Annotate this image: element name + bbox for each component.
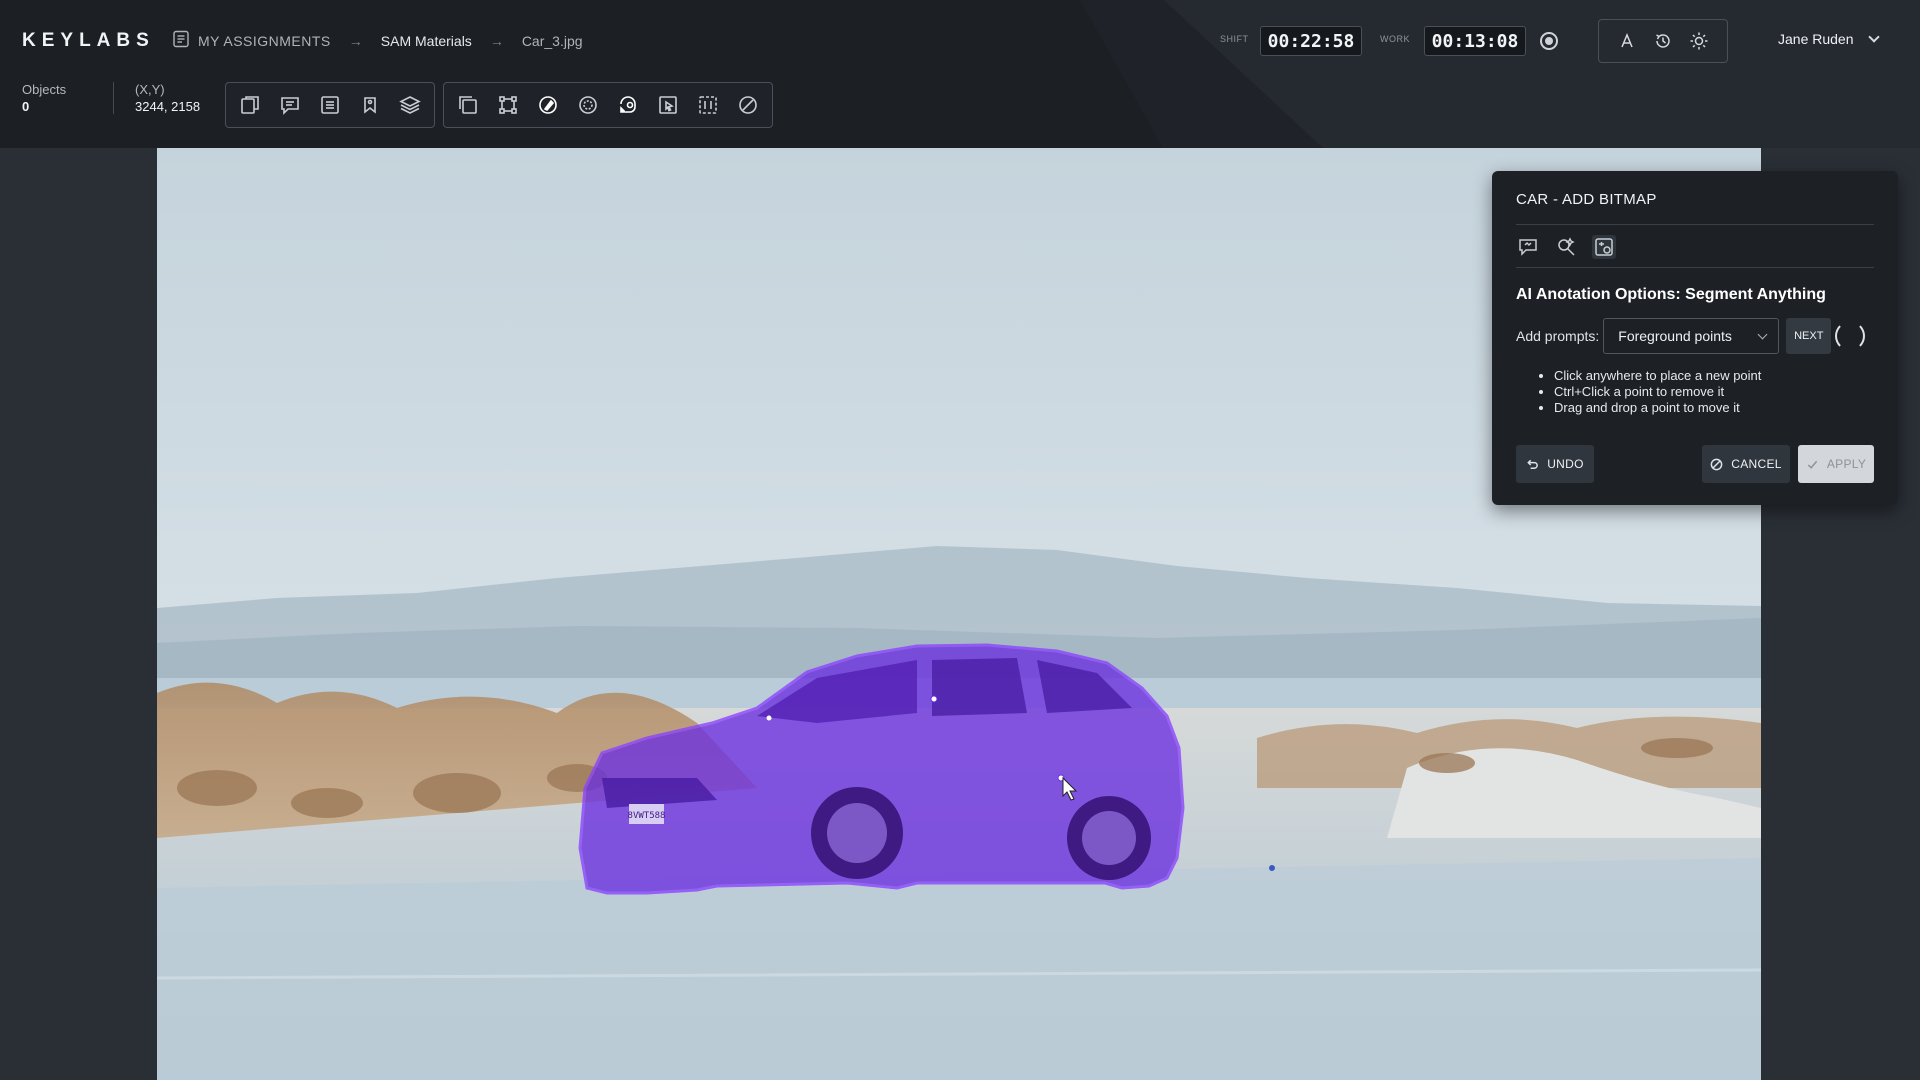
license-plate: 8VWT588 xyxy=(628,811,666,821)
arrow-right-icon: → xyxy=(489,32,504,49)
check-icon xyxy=(1807,460,1818,469)
chevron-down-icon xyxy=(1757,329,1768,339)
cancel-button[interactable]: CANCEL xyxy=(1702,445,1790,483)
brush-icon[interactable] xyxy=(530,87,566,123)
divider xyxy=(1516,267,1874,268)
toolbar-group-general xyxy=(225,82,435,128)
prompt-row: Add prompts: Foreground points NEXT xyxy=(1516,318,1874,354)
list-item: Ctrl+Click a point to remove it xyxy=(1554,384,1874,400)
app-logo[interactable]: KEYLABS xyxy=(22,30,155,52)
record-icon[interactable] xyxy=(1540,32,1558,50)
cursor-coords: (X,Y) 3244, 2158 xyxy=(135,82,201,114)
work-timer-label: WORK xyxy=(1380,34,1410,44)
comment-icon[interactable] xyxy=(272,87,308,123)
brightness-icon[interactable] xyxy=(1686,28,1712,54)
user-menu[interactable]: Jane Ruden xyxy=(1778,31,1880,47)
panel-actions: UNDO CANCEL APPLY xyxy=(1516,445,1874,483)
next-button[interactable]: NEXT xyxy=(1786,318,1832,354)
top-header: KEYLABS MY ASSIGNMENTS → SAM Materials →… xyxy=(0,0,1920,148)
breadcrumb-my-assignments[interactable]: MY ASSIGNMENTS xyxy=(172,30,331,51)
prompt-type-select[interactable]: Foreground points xyxy=(1603,318,1780,354)
ai-chat-icon[interactable] xyxy=(1516,235,1540,259)
dashed-box-icon[interactable] xyxy=(690,87,726,123)
ai-settings-icon[interactable] xyxy=(1592,235,1616,259)
polygon-icon[interactable] xyxy=(490,87,526,123)
new-layer-icon[interactable] xyxy=(232,87,268,123)
history-icon[interactable] xyxy=(1650,28,1676,54)
objects-counter: Objects 0 xyxy=(22,82,67,114)
cancel-icon xyxy=(1710,458,1723,470)
arrow-right-icon: → xyxy=(348,32,363,49)
view-mode-group xyxy=(1598,19,1728,63)
panel-title: CAR - ADD BITMAP xyxy=(1516,191,1657,208)
shift-timer-label: SHIFT xyxy=(1220,34,1249,44)
shift-timer: 00:22:58 xyxy=(1260,26,1362,56)
add-bitmap-panel: CAR - ADD BITMAP AI Anotation Options: S… xyxy=(1492,171,1898,505)
no-entry-icon[interactable] xyxy=(730,87,766,123)
work-timer: 00:13:08 xyxy=(1424,26,1526,56)
segment-anything-icon[interactable] xyxy=(610,87,646,123)
list-item: Drag and drop a point to move it xyxy=(1554,400,1874,416)
font-a-icon[interactable] xyxy=(1614,28,1640,54)
cursor-box-icon[interactable] xyxy=(650,87,686,123)
prompt-label: Add prompts: xyxy=(1516,328,1600,344)
toolbar-group-annotation xyxy=(443,82,773,128)
loading-spinner-icon xyxy=(1835,321,1866,351)
breadcrumb-project[interactable]: SAM Materials xyxy=(381,33,472,49)
chevron-down-icon xyxy=(1867,31,1880,43)
bounding-box-icon[interactable] xyxy=(450,87,486,123)
layers-icon[interactable] xyxy=(392,87,428,123)
magic-wand-icon[interactable] xyxy=(1554,235,1578,259)
divider xyxy=(113,82,114,114)
apply-button[interactable]: APPLY xyxy=(1798,445,1874,483)
list-icon[interactable] xyxy=(312,87,348,123)
undo-button[interactable]: UNDO xyxy=(1516,445,1594,483)
panel-tabs xyxy=(1516,225,1874,267)
undo-icon xyxy=(1527,459,1539,469)
tag-icon[interactable] xyxy=(352,87,388,123)
assignments-icon xyxy=(172,30,190,51)
magic-select-icon[interactable] xyxy=(570,87,606,123)
breadcrumb-label: MY ASSIGNMENTS xyxy=(198,32,331,49)
breadcrumb: MY ASSIGNMENTS → SAM Materials → Car_3.j… xyxy=(172,30,583,51)
breadcrumb-file: Car_3.jpg xyxy=(521,32,583,49)
list-item: Click anywhere to place a new point xyxy=(1554,368,1874,384)
instructions-list: Click anywhere to place a new point Ctrl… xyxy=(1516,368,1874,416)
panel-heading: AI Anotation Options: Segment Anything xyxy=(1516,286,1826,303)
user-name: Jane Ruden xyxy=(1778,31,1854,47)
